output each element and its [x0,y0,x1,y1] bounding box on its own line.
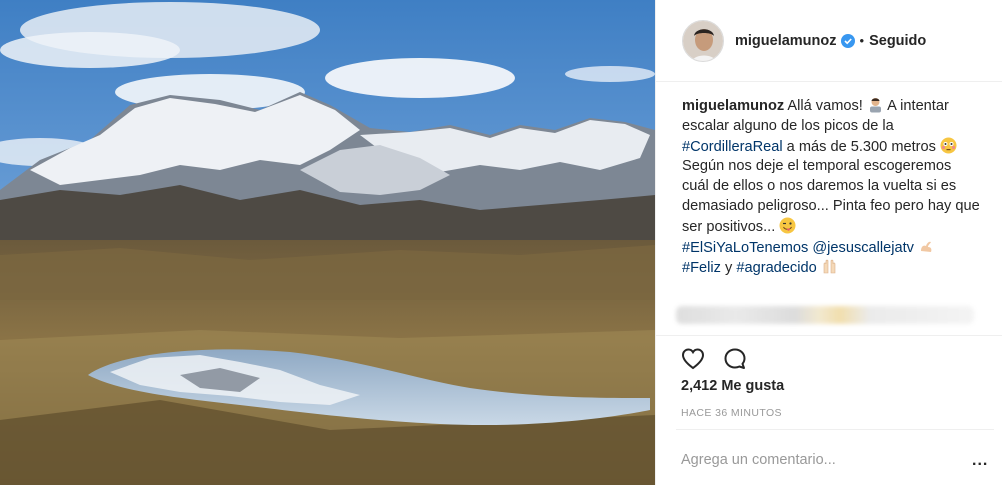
action-bar [680,345,748,373]
profile-photo [683,20,723,61]
caption-text-1: Allá vamos! [787,98,863,114]
avatar[interactable] [682,19,724,62]
winking-tongue-emoji-icon [779,217,796,234]
caption-text-5: y [725,260,733,277]
instagram-post: miguelamunoz • Seguido miguelamunoz Allá… [0,0,1002,485]
comment-input[interactable]: Agrega un comentario... [681,452,836,468]
divider [655,335,1002,336]
header-separator: • [859,33,865,48]
comment-icon[interactable] [722,346,748,372]
hashtag-feliz[interactable]: #Feliz [682,260,721,276]
raising-hands-emoji-icon [821,258,838,275]
post-header: miguelamunoz • Seguido [656,0,1002,82]
caption-text-4: Según nos deje el temporal escogeremos c… [682,158,980,235]
follow-status-button[interactable]: Seguido [869,33,926,49]
likes-count[interactable]: 2,412 Me gusta [681,378,784,394]
post-timestamp: HACE 36 MINUTOS [681,407,782,419]
divider [676,429,994,430]
header-username[interactable]: miguelamunoz [735,33,837,49]
flexed-biceps-emoji-icon [918,238,935,255]
blurred-comment-text [676,306,974,324]
hashtag-agradecido[interactable]: #agradecido [736,260,816,276]
caption-text-3: a más de 5.300 metros [786,138,936,155]
verified-badge-icon [840,33,855,48]
flushed-face-emoji-icon [940,137,957,154]
hashtag-elsiyalotenemos[interactable]: #ElSiYaLoTenemos [682,240,808,256]
post-photo[interactable] [0,0,655,485]
caption-username[interactable]: miguelamunoz [682,98,784,114]
post-caption: miguelamunoz Allá vamos! A intentar esca… [682,96,982,279]
more-options-button[interactable]: ... [972,452,988,470]
mountain-landscape-image [0,0,655,485]
hashtag-cordillera[interactable]: #CordilleraReal [682,139,783,155]
blurred-comment [676,298,974,334]
man-emoji-icon [867,96,884,113]
mention-jesuscallejatv[interactable]: @jesuscallejatv [812,240,914,256]
heart-icon[interactable] [680,346,706,372]
